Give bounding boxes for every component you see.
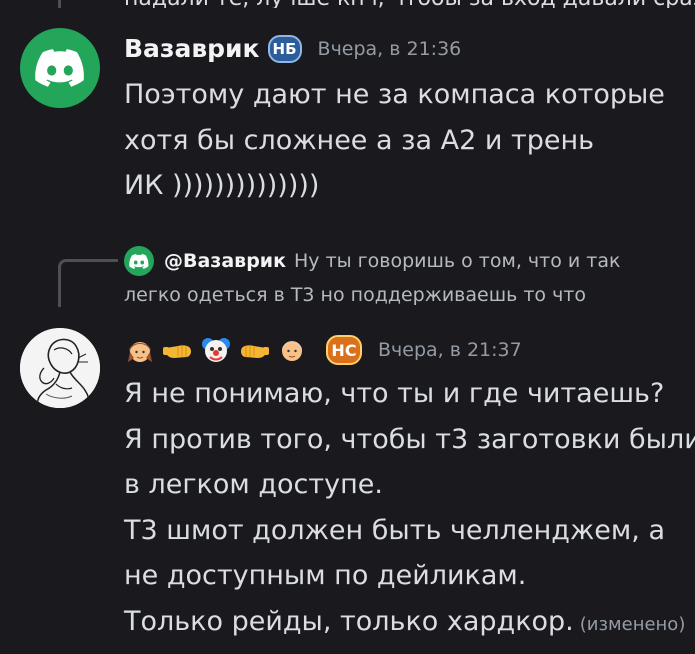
message-line: Т3 шмот должен быть челленджем, а (124, 514, 665, 546)
message-line: не доступным по дейликам. (124, 560, 527, 591)
user-avatar[interactable] (20, 28, 100, 108)
edited-label: (изменено) (579, 613, 686, 635)
message-last-line: Только рейды, только хардкор. (изменено) (124, 599, 695, 648)
role-badge[interactable]: НС (326, 335, 362, 365)
message-line: Поэтому дают не за компаса которые (124, 79, 665, 110)
message-line: Я против того, чтобы т3 заготовки были (124, 423, 695, 455)
message-content: Поэтому дают не за компаса которые хотя … (124, 72, 665, 209)
message-line: Только рейды, только хардкор. (124, 605, 574, 637)
thread-connector (58, 0, 61, 8)
reply-avatar (124, 246, 154, 276)
user-avatar[interactable] (20, 328, 100, 408)
sketch-avatar-icon (20, 328, 100, 408)
left-fist-icon (238, 334, 270, 366)
reply-connector (58, 259, 118, 307)
discord-logo-icon (129, 253, 149, 269)
message-header: Вазаврик НБ Вчера, в 21:36 (124, 34, 461, 63)
display-name-emojis[interactable] (124, 334, 314, 366)
message-line: хотя бы сложнее а за А2 и трень (124, 124, 595, 156)
message-header: НС Вчера, в 21:37 (124, 334, 522, 366)
right-fist-icon (162, 334, 194, 366)
role-badge[interactable]: НБ (267, 34, 302, 63)
message-line: ИК )))))))))))))) (124, 170, 320, 201)
reply-text-continued: легко одеться в Т3 но поддерживаешь то ч… (124, 284, 586, 306)
timestamp[interactable]: Вчера, в 21:37 (378, 339, 522, 361)
message-content: Я не понимаю, что ты и где читаешь? Я пр… (124, 371, 695, 647)
message-line: Я не понимаю, что ты и где читаешь? (124, 378, 665, 409)
clown-face-icon (200, 334, 232, 366)
reply-text: Ну ты говоришь о том, что и так (294, 250, 621, 272)
timestamp[interactable]: Вчера, в 21:36 (318, 38, 462, 60)
reply-username[interactable]: @Вазаврик (164, 244, 286, 278)
previous-message-fragment: падали те, лучше кнч, чтобы за вход дава… (0, 0, 695, 8)
discord-logo-icon (35, 49, 84, 87)
previous-message-text: падали те, лучше кнч, чтобы за вход дава… (124, 0, 695, 8)
girl-emoji-icon (124, 334, 156, 366)
message-line: в легком доступе. (124, 469, 383, 500)
username[interactable]: Вазаврик (124, 34, 260, 63)
reply-preview[interactable]: @Вазаврик Ну ты говоришь о том, что и та… (124, 244, 620, 312)
older-person-icon (276, 334, 308, 366)
